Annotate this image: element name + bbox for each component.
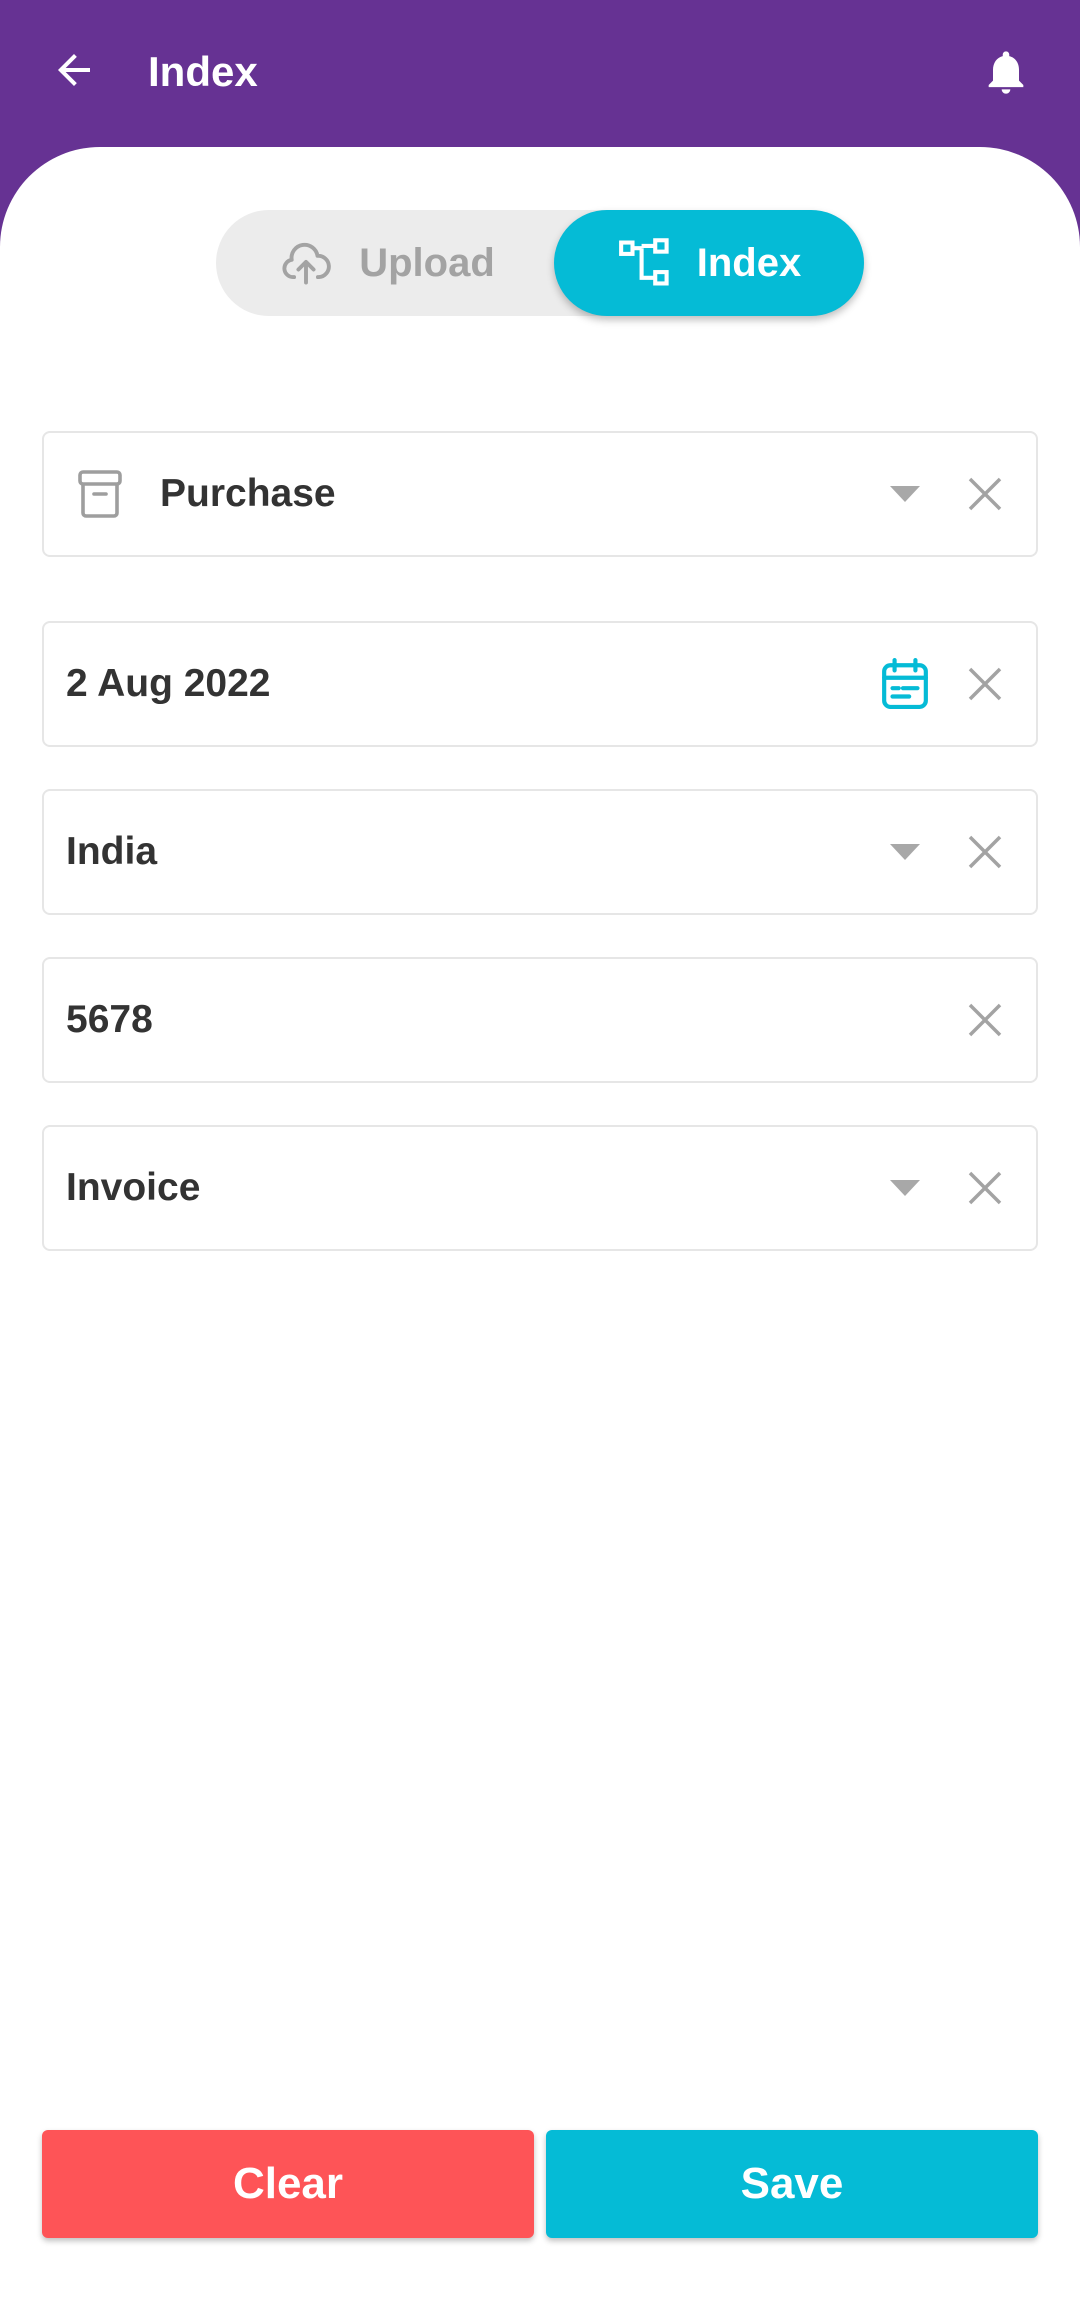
category-value: Purchase (160, 472, 336, 515)
back-button[interactable] (44, 40, 104, 100)
dropdown-caret[interactable] (880, 791, 930, 913)
document-type-select[interactable]: Invoice (42, 1125, 1038, 1251)
archive-box-icon (78, 470, 122, 518)
clear-field-button[interactable] (960, 959, 1010, 1081)
arrow-back-icon (58, 54, 90, 86)
notifications-button[interactable] (976, 40, 1036, 104)
date-value: 2 Aug 2022 (66, 662, 271, 705)
tab-index[interactable]: Index (554, 210, 864, 316)
date-field[interactable]: 2 Aug 2022 (42, 621, 1038, 747)
cloud-upload-icon (282, 242, 332, 285)
dropdown-caret[interactable] (880, 433, 930, 555)
country-value: India (66, 830, 158, 873)
bell-icon (988, 51, 1024, 94)
app-bar: Index (0, 0, 1080, 150)
close-icon (968, 667, 1002, 701)
category-select[interactable]: Purchase (42, 431, 1038, 557)
clear-field-button[interactable] (960, 1127, 1010, 1249)
number-value: 5678 (66, 998, 153, 1041)
clear-field-button[interactable] (960, 791, 1010, 913)
save-button[interactable]: Save (546, 2130, 1038, 2238)
clear-field-button[interactable] (960, 623, 1010, 745)
dropdown-caret[interactable] (880, 1127, 930, 1249)
clear-field-button[interactable] (960, 433, 1010, 555)
tab-index-label: Index (696, 240, 802, 285)
close-icon (968, 1003, 1002, 1037)
document-type-value: Invoice (66, 1166, 201, 1209)
hierarchy-icon (618, 238, 669, 286)
page-title: Index (148, 48, 258, 95)
caret-down-icon (890, 486, 920, 502)
caret-down-icon (890, 1180, 920, 1196)
country-select[interactable]: India (42, 789, 1038, 915)
tab-upload-label: Upload (359, 240, 495, 285)
close-icon (968, 477, 1002, 511)
caret-down-icon (890, 844, 920, 860)
close-icon (968, 1171, 1002, 1205)
number-field[interactable]: 5678 (42, 957, 1038, 1083)
calendar-icon (882, 657, 928, 709)
tab-upload[interactable]: Upload (216, 210, 556, 316)
upload-index-toggle: Upload Index (216, 210, 864, 316)
clear-button[interactable]: Clear (42, 2130, 534, 2238)
date-picker-button[interactable] (870, 623, 940, 745)
close-icon (968, 835, 1002, 869)
